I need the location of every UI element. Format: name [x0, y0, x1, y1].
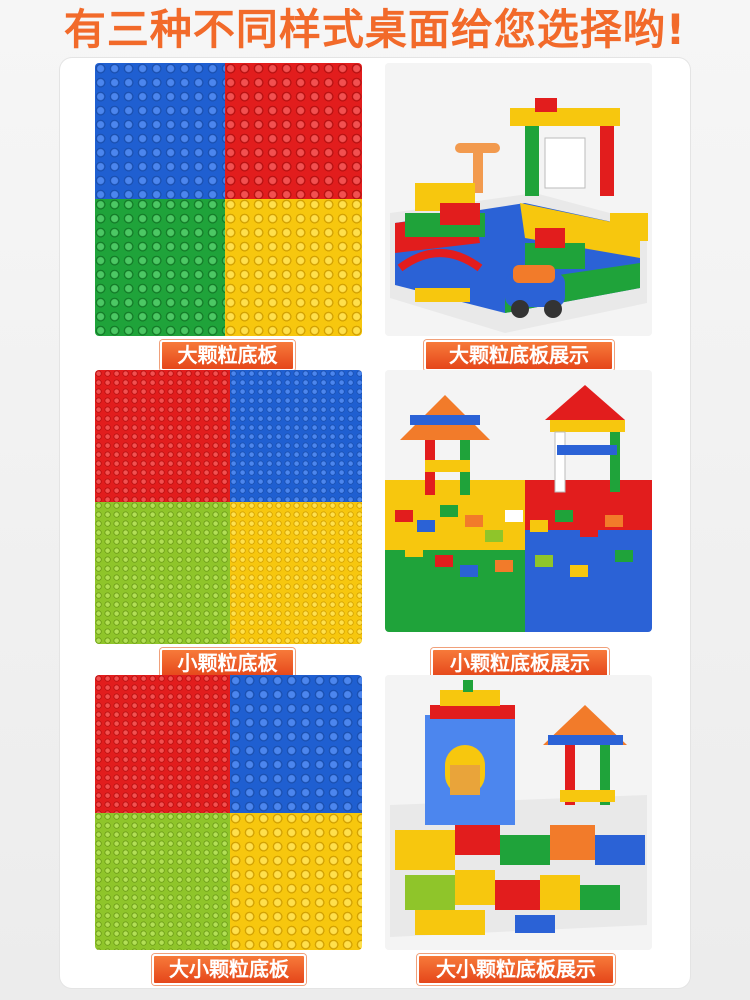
baseplate-quadrant-yellow: [225, 199, 362, 336]
mixed-stud-plate-label: 大小颗粒底板: [152, 954, 306, 985]
mixed-stud-demo-label: 大小颗粒底板展示: [417, 954, 615, 985]
baseplate-quadrant-red: [225, 63, 362, 199]
small-stud-demo-photo: [385, 370, 652, 632]
baseplate-quadrant-lime: [95, 813, 230, 950]
baseplate-quadrant-lime: [95, 502, 230, 644]
baseplate-quadrant-green: [95, 199, 225, 336]
baseplate-quadrant-yellow: [230, 813, 362, 950]
large-stud-plate-label: 大颗粒底板: [160, 340, 295, 371]
large-stud-baseplate-image: [95, 63, 362, 336]
large-stud-demo-label: 大颗粒底板展示: [424, 340, 614, 371]
baseplate-quadrant-blue: [230, 675, 362, 813]
large-stud-demo-photo: [385, 63, 652, 336]
baseplate-quadrant-red: [95, 370, 230, 502]
baseplate-quadrant-blue: [95, 63, 225, 199]
small-stud-baseplate-image: [95, 370, 362, 644]
mixed-stud-demo-photo: [385, 675, 652, 950]
mixed-stud-baseplate-image: [95, 675, 362, 950]
page-headline: 有三种不同样式桌面给您选择哟!: [63, 5, 687, 54]
baseplate-quadrant-yellow: [230, 502, 362, 644]
baseplate-quadrant-blue: [230, 370, 362, 502]
baseplate-quadrant-red: [95, 675, 230, 813]
